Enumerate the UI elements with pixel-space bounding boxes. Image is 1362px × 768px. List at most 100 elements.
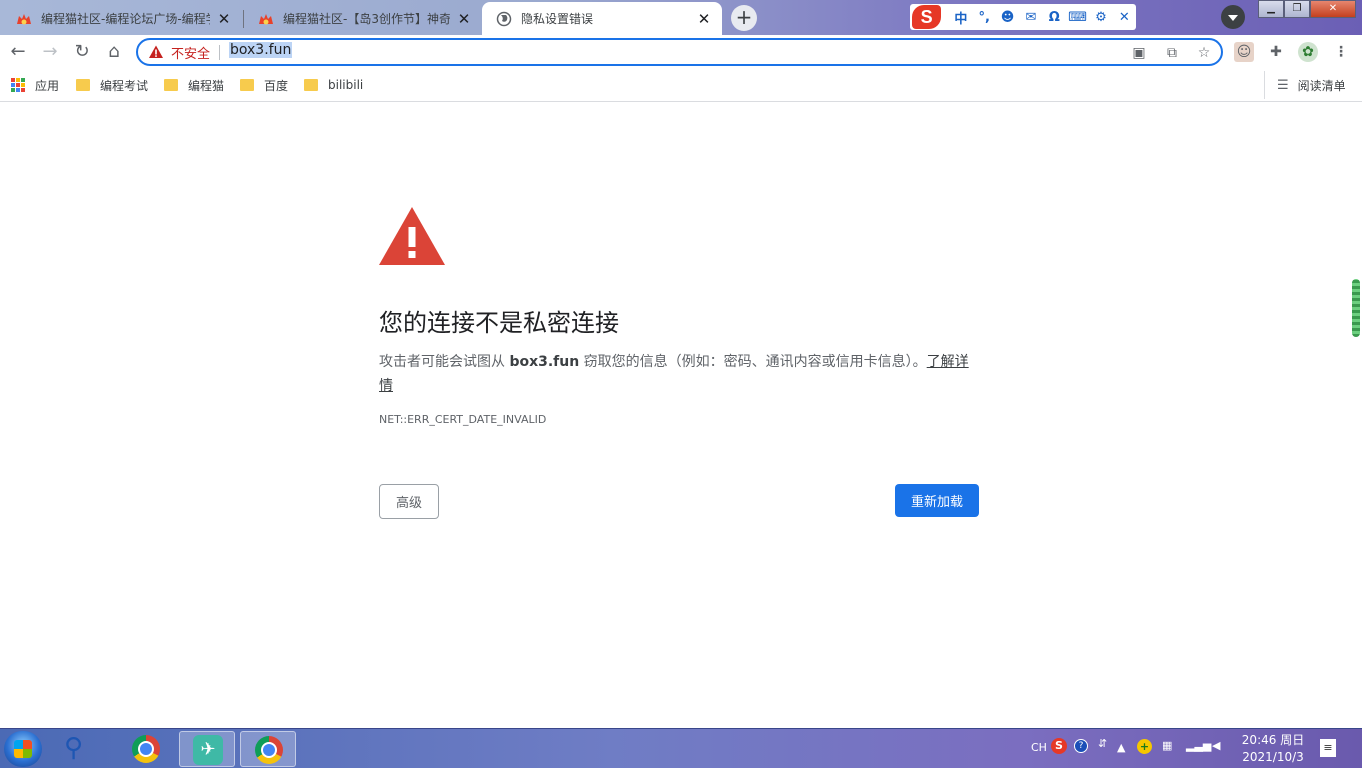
folder-icon: [304, 79, 318, 91]
sogou-logo[interactable]: S: [912, 5, 942, 29]
bookmark-label: 应用: [35, 78, 60, 93]
browser-toolbar: ← → ↻ ⌂ 不安全 box3.fun ▣ ⧉ ☆ ☺ ✚ ✿ ⋮: [0, 35, 1362, 69]
action-center-icon[interactable]: ≡: [1320, 739, 1336, 757]
bookmarks-bar: 应用 编程考试 编程猫 百度 bilibili ☰ 阅读清单: [0, 69, 1362, 102]
not-secure-label[interactable]: 不安全: [171, 43, 210, 62]
tab-codemao-forum[interactable]: 编程猫社区-编程论坛广场-编程学 ✕: [2, 2, 242, 35]
codemao-icon: [17, 13, 31, 24]
reading-list-button[interactable]: ☰ 阅读清单: [1277, 77, 1346, 93]
start-button[interactable]: [4, 731, 42, 767]
folder-icon: [76, 79, 90, 91]
ime-settings-icon[interactable]: ⚙: [1089, 10, 1112, 25]
reload-page-button[interactable]: 重新加载: [895, 484, 979, 517]
taskbar-chrome-pinned[interactable]: [118, 731, 174, 767]
input-language-indicator[interactable]: CH: [1031, 741, 1047, 754]
bookmarks-divider: [1264, 71, 1265, 99]
error-text-prefix: 攻击者可能会试图从: [379, 354, 510, 370]
message-icon[interactable]: ✉: [1019, 10, 1042, 25]
search-icon: ⚲: [64, 733, 84, 763]
clock-date: 2021/10/3: [1242, 750, 1304, 764]
error-text-suffix: 窃取您的信息（例如：密码、通讯内容或信用卡信息）。: [579, 354, 927, 370]
window-controls: ▁ ❐ ✕: [1258, 0, 1356, 18]
taskbar: ⚲ ✈ CH S ? ⇵ ▲ + ▦ ▂▃▅ ◀ 20:46 周日 2021/1…: [0, 728, 1362, 768]
close-icon[interactable]: ✕: [696, 11, 712, 27]
tab-strip: 编程猫社区-编程论坛广场-编程学 ✕ 编程猫社区-【岛3创作节】神奇的 ✕ 隐私…: [0, 0, 1362, 35]
security-tray-icon[interactable]: +: [1137, 739, 1152, 754]
network-icon[interactable]: ▂▃▅: [1186, 739, 1211, 752]
tab-title: 编程猫社区-编程论坛广场-编程学: [41, 12, 210, 26]
home-button[interactable]: ⌂: [102, 40, 126, 64]
close-icon[interactable]: ✕: [216, 11, 232, 27]
new-tab-button[interactable]: +: [731, 5, 757, 31]
profile-avatar[interactable]: ✿: [1298, 42, 1318, 62]
volume-icon[interactable]: ◀: [1212, 739, 1220, 752]
taskbar-app-bird[interactable]: ✈: [179, 731, 235, 767]
bookmark-star-icon[interactable]: ☆: [1195, 44, 1213, 62]
folder-icon: [240, 79, 254, 91]
reload-button[interactable]: ↻: [70, 40, 94, 64]
tab-search-dropdown-icon[interactable]: [1221, 5, 1245, 29]
sogou-tray-icon[interactable]: S: [1051, 738, 1067, 754]
error-description: 攻击者可能会试图从 box3.fun 窃取您的信息（例如：密码、通讯内容或信用卡…: [379, 350, 979, 398]
error-host: box3.fun: [509, 354, 580, 370]
forward-button[interactable]: →: [38, 40, 62, 64]
warning-icon[interactable]: [148, 44, 164, 60]
bookmark-folder-bilibili[interactable]: bilibili: [304, 77, 363, 93]
reading-list-icon: ☰: [1277, 77, 1289, 93]
apps-grid-icon: [11, 78, 25, 92]
headset-icon[interactable]: Ω: [1043, 10, 1066, 25]
error-code: NET::ERR_CERT_DATE_INVALID: [379, 413, 547, 426]
bookmark-folder-codemao[interactable]: 编程猫: [164, 77, 224, 93]
taskbar-search-button[interactable]: ⚲: [52, 731, 108, 767]
show-hidden-icons[interactable]: ▲: [1117, 741, 1125, 754]
bookmark-label: bilibili: [328, 78, 364, 92]
taskbar-chrome-active[interactable]: [240, 731, 296, 767]
scrollbar-thumb[interactable]: [1352, 279, 1360, 337]
bookmark-label: 编程考试: [100, 78, 149, 93]
ime-close-icon[interactable]: ✕: [1113, 10, 1136, 25]
bookmark-folder-baidu[interactable]: 百度: [240, 77, 288, 93]
folder-icon: [164, 79, 178, 91]
globe-icon: [496, 11, 512, 26]
tab-codemao-event[interactable]: 编程猫社区-【岛3创作节】神奇的 ✕: [244, 2, 482, 35]
ime-punct-button[interactable]: °,: [973, 10, 996, 25]
address-bar[interactable]: 不安全 box3.fun ▣ ⧉ ☆: [136, 38, 1223, 66]
bookmark-label: 编程猫: [188, 78, 225, 93]
back-button[interactable]: ←: [6, 40, 30, 64]
window-close-button[interactable]: ✕: [1310, 0, 1356, 18]
codemao-icon: [259, 13, 273, 24]
device-tray-icon[interactable]: ▦: [1162, 739, 1172, 752]
privacy-error-page: 您的连接不是私密连接 攻击者可能会试图从 box3.fun 窃取您的信息（例如：…: [0, 103, 1362, 728]
clock-time: 20:46 周日: [1241, 733, 1305, 747]
extension-avatar-icon[interactable]: ☺: [1234, 42, 1254, 62]
tab-title: 隐私设置错误: [521, 12, 594, 26]
emoji-icon[interactable]: ☻: [996, 10, 1019, 25]
open-external-icon[interactable]: ⧉: [1163, 44, 1181, 62]
help-icon[interactable]: ?: [1074, 739, 1088, 753]
bookmark-label: 百度: [264, 78, 289, 93]
omnibox-divider: [219, 45, 220, 60]
menu-kebab-icon[interactable]: ⋮: [1331, 42, 1351, 62]
advanced-button[interactable]: 高级: [379, 484, 439, 519]
extensions-puzzle-icon[interactable]: ✚: [1266, 42, 1286, 62]
reading-list-label: 阅读清单: [1297, 78, 1346, 93]
ime-mode-button[interactable]: 中: [949, 8, 972, 27]
bookmark-folder-exam[interactable]: 编程考试: [76, 77, 148, 93]
system-clock[interactable]: 20:46 周日 2021/10/3: [1237, 732, 1309, 766]
chrome-icon: [132, 735, 160, 763]
sogou-ime-toolbar: S 中 °, ☻ ✉ Ω ⌨ ⚙ ✕: [910, 4, 1136, 30]
qr-code-icon[interactable]: ▣: [1130, 44, 1148, 62]
warning-triangle-icon: [379, 207, 445, 265]
error-heading: 您的连接不是私密连接: [379, 309, 619, 337]
bird-app-icon: ✈: [193, 735, 223, 765]
bookmark-apps[interactable]: 应用: [11, 77, 59, 93]
minimize-button[interactable]: ▁: [1258, 0, 1284, 18]
maximize-button[interactable]: ❐: [1284, 0, 1310, 18]
url-text[interactable]: box3.fun: [229, 42, 293, 58]
chrome-icon: [255, 736, 283, 764]
keyboard-icon[interactable]: ⌨: [1066, 10, 1089, 25]
ime-options-icon[interactable]: ⇵: [1098, 737, 1107, 750]
close-icon[interactable]: ✕: [456, 11, 472, 27]
tab-privacy-error[interactable]: 隐私设置错误 ✕: [482, 2, 722, 35]
tab-title: 编程猫社区-【岛3创作节】神奇的: [283, 12, 450, 26]
